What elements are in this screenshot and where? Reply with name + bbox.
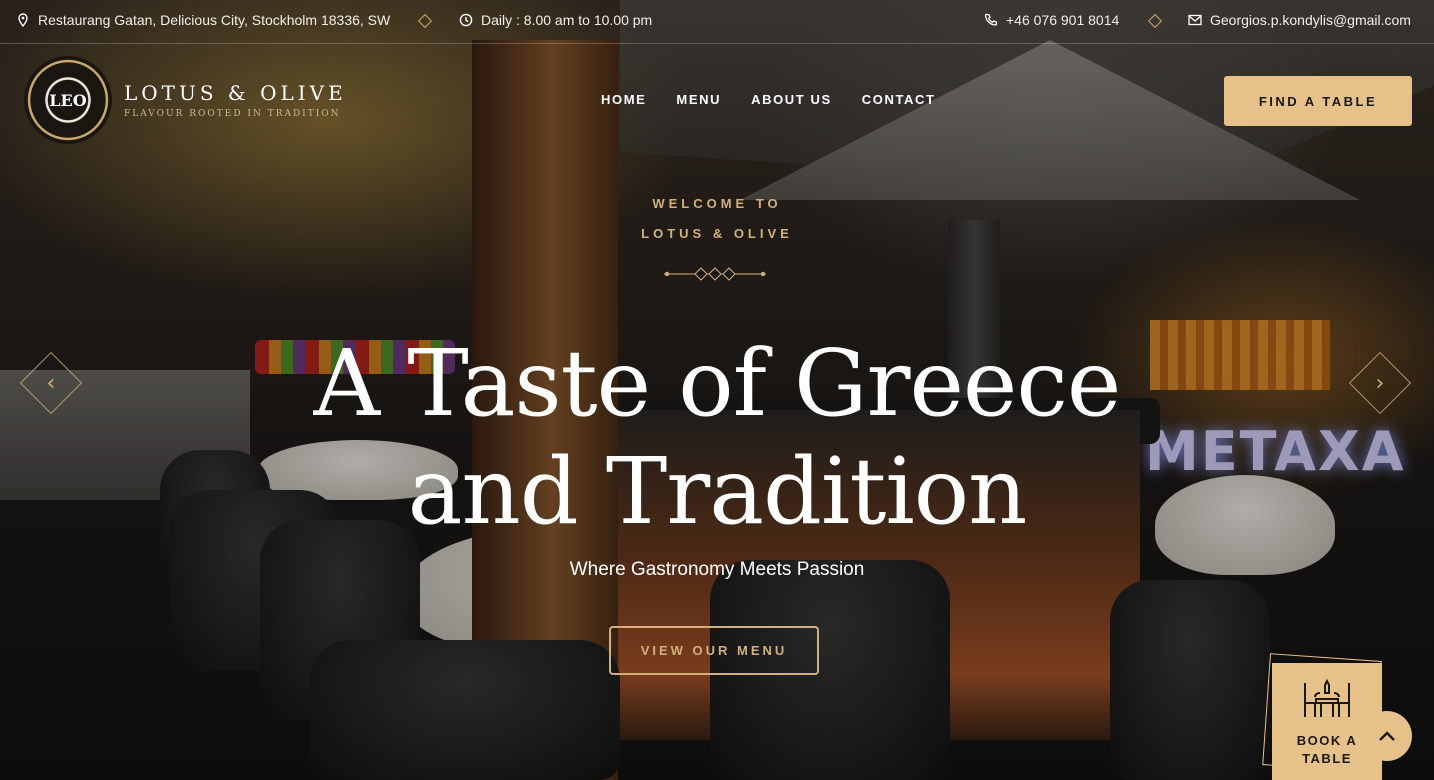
welcome-line-1: WELCOME TO bbox=[652, 196, 782, 211]
hero-subtitle: Where Gastronomy Meets Passion bbox=[569, 559, 865, 580]
hours-text: Daily : 8.00 am to 10.00 pm bbox=[481, 12, 653, 28]
separator-diamond bbox=[417, 13, 433, 29]
brand-name: LOTUS & OLIVE bbox=[124, 81, 347, 105]
ornament-divider-icon bbox=[664, 267, 766, 281]
location-pin-icon bbox=[18, 13, 28, 27]
view-our-menu-button[interactable]: VIEW OUR MENU bbox=[609, 626, 819, 675]
chevron-left-icon: ‹ bbox=[46, 370, 56, 396]
find-a-table-button[interactable]: FIND A TABLE bbox=[1224, 76, 1412, 126]
chevron-right-icon: › bbox=[1375, 370, 1385, 396]
hours-item: Daily : 8.00 am to 10.00 pm bbox=[459, 12, 652, 28]
email-item[interactable]: Georgios.p.kondylis@gmail.com bbox=[1188, 12, 1411, 28]
address-text: Restaurang Gatan, Delicious City, Stockh… bbox=[38, 12, 391, 28]
hero-title-line-2: and Tradition bbox=[407, 438, 1028, 545]
site-logo[interactable]: LEO LOTUS & OLIVE FLAVOUR ROOTED IN TRAD… bbox=[24, 56, 347, 144]
scroll-to-top-button[interactable] bbox=[1362, 711, 1412, 761]
nav-about-us[interactable]: ABOUT US bbox=[751, 92, 832, 107]
separator-diamond bbox=[1147, 13, 1163, 29]
top-info-bar: Restaurang Gatan, Delicious City, Stockh… bbox=[0, 0, 1434, 44]
clock-icon bbox=[459, 13, 473, 27]
welcome-line-2: LOTUS & OLIVE bbox=[641, 226, 793, 241]
brand-tagline: FLAVOUR ROOTED IN TRADITION bbox=[124, 109, 341, 119]
mail-icon bbox=[1188, 14, 1202, 26]
nav-home[interactable]: HOME bbox=[601, 92, 646, 107]
dining-table-icon bbox=[1304, 678, 1350, 717]
phone-item[interactable]: +46 076 901 8014 bbox=[984, 12, 1119, 28]
hero-title-line-1: A Taste of Greece bbox=[313, 330, 1122, 437]
address-item: Restaurang Gatan, Delicious City, Stockh… bbox=[16, 12, 390, 28]
email-text[interactable]: Georgios.p.kondylis@gmail.com bbox=[1210, 12, 1411, 28]
book-label-line-2: TABLE bbox=[1302, 751, 1352, 766]
chevron-up-icon bbox=[1379, 731, 1395, 741]
hero-title: A Taste of Greece and Tradition bbox=[0, 330, 1434, 546]
logo-monogram: LEO bbox=[49, 90, 87, 110]
phone-icon bbox=[984, 13, 998, 26]
main-navigation: HOME MENU ABOUT US CONTACT bbox=[601, 92, 936, 107]
logo-badge: LEO bbox=[24, 56, 112, 144]
nav-menu[interactable]: MENU bbox=[676, 92, 721, 107]
phone-text[interactable]: +46 076 901 8014 bbox=[1006, 12, 1119, 28]
nav-contact[interactable]: CONTACT bbox=[862, 92, 936, 107]
